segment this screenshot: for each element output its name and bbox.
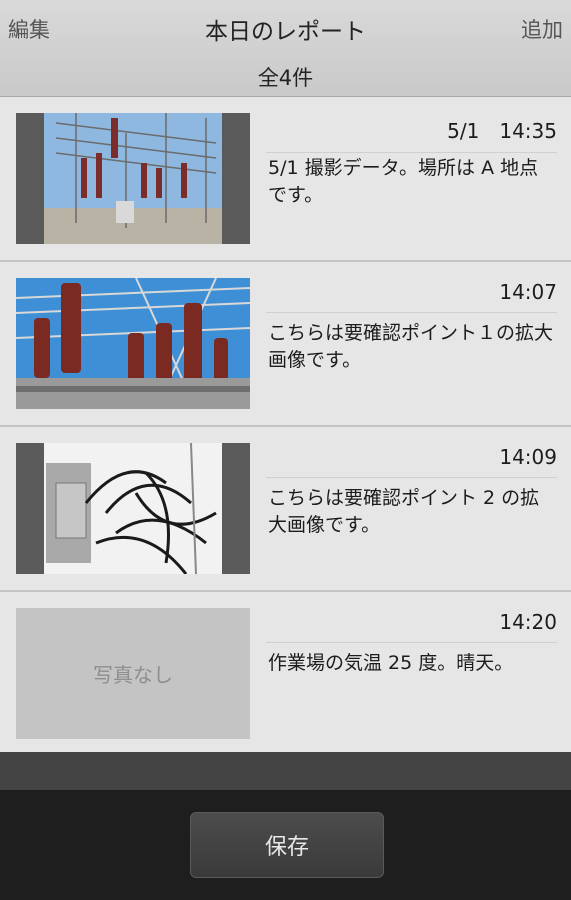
report-time: 5/1 14:35 (266, 115, 557, 153)
report-time: 14:09 (266, 445, 557, 478)
report-note: 5/1 撮影データ。場所は A 地点です。 (268, 157, 539, 206)
insulators-photo (16, 278, 250, 409)
item-count: 全4件 (257, 66, 314, 90)
report-row[interactable]: 写真なし 14:20 作業場の気温 25 度。晴天。 (0, 592, 571, 757)
photo-thumbnail[interactable] (16, 443, 250, 574)
cables-photo (16, 443, 250, 574)
add-button[interactable]: 追加 (521, 14, 563, 44)
page-title: 本日のレポート (205, 19, 366, 45)
report-list: 5/1 14:35 5/1 撮影データ。場所は A 地点です。 14:07 こち… (0, 97, 571, 757)
no-photo-placeholder[interactable]: 写真なし (16, 608, 250, 739)
list-end-divider (0, 752, 571, 790)
bottom-bar: 保存 (0, 790, 571, 900)
report-row[interactable]: 14:07 こちらは要確認ポイント１の拡大画像です。 (0, 262, 571, 427)
report-note: こちらは要確認ポイント 2 の拡大画像です。 (268, 487, 540, 536)
top-bar: 編集 本日のレポート 追加 全4件 (0, 0, 571, 97)
substation-photo (16, 113, 250, 244)
report-row[interactable]: 5/1 14:35 5/1 撮影データ。場所は A 地点です。 (0, 97, 571, 262)
report-time: 14:07 (266, 280, 557, 313)
no-photo-label: 写真なし (93, 663, 173, 687)
photo-thumbnail[interactable] (16, 278, 250, 409)
report-note: こちらは要確認ポイント１の拡大画像です。 (268, 322, 554, 371)
photo-thumbnail[interactable] (16, 113, 250, 244)
report-time: 14:20 (266, 610, 557, 643)
save-button[interactable]: 保存 (190, 812, 384, 878)
report-note: 作業場の気温 25 度。晴天。 (268, 652, 514, 674)
report-row[interactable]: 14:09 こちらは要確認ポイント 2 の拡大画像です。 (0, 427, 571, 592)
